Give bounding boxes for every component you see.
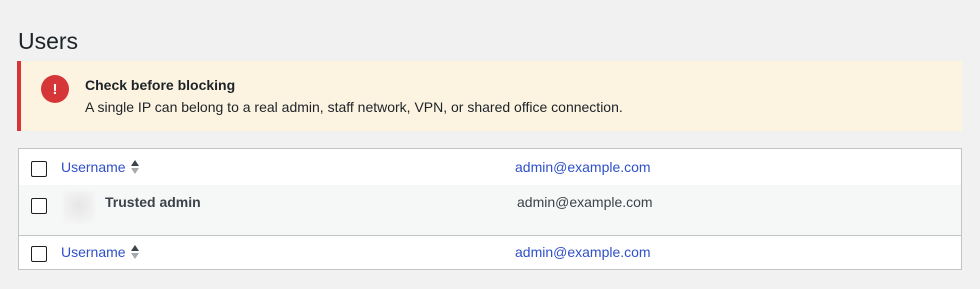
table-header-row: Username admin@example.com [19,149,961,186]
warning-notice: ! Check before blocking A single IP can … [17,61,962,131]
sort-arrows-icon[interactable] [131,244,139,260]
row-checkbox[interactable] [31,198,47,214]
table-row: Trusted admin admin@example.com [19,185,961,236]
select-all-checkbox[interactable] [31,161,47,177]
exclamation-icon: ! [41,75,69,103]
user-email: admin@example.com [517,194,653,210]
sort-username-link[interactable]: Username [61,159,126,175]
sort-email-link-footer[interactable]: admin@example.com [515,244,651,260]
page-title: Users [18,28,79,54]
user-name[interactable]: Trusted admin [105,194,201,210]
notice-text: A single IP can belong to a real admin, … [85,99,623,115]
select-all-checkbox-footer[interactable] [31,246,47,262]
sort-email-link[interactable]: admin@example.com [515,159,651,175]
sort-username-link-footer[interactable]: Username [61,244,126,260]
users-table: Username admin@example.com Trusted admin… [18,148,962,270]
table-footer-row: Username admin@example.com [19,236,961,269]
notice-title: Check before blocking [85,77,236,93]
sort-arrows-icon[interactable] [131,159,139,175]
avatar [63,191,95,223]
